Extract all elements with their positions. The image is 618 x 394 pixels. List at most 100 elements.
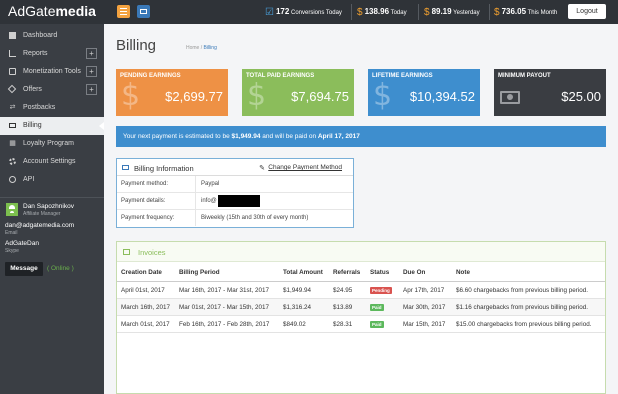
next-payment-notice: Your next payment is estimated to be $1,… — [116, 126, 606, 147]
table-cell: $13.89 — [333, 304, 353, 311]
reports-icon — [9, 50, 16, 57]
manager-avatar-icon — [6, 203, 18, 216]
table-cell: $15.00 chargebacks from previous billing… — [456, 321, 592, 328]
month-value: 736.05 — [501, 7, 527, 16]
main-content: Billing Home / Billing PENDING EARNINGS … — [104, 24, 618, 394]
breadcrumb-separator: / — [200, 45, 203, 51]
logo-text-adgate: AdGate — [8, 3, 56, 19]
month-stat: $736.05 This Month — [494, 7, 557, 18]
column-header[interactable]: Billing Period — [179, 269, 220, 276]
divider — [0, 197, 104, 198]
billing-information-panel: Billing Information ✎ Change Payment Met… — [116, 158, 354, 228]
expand-icon[interactable]: + — [86, 48, 97, 59]
gear-icon — [9, 158, 16, 165]
manager-skype-label: Skype — [5, 248, 19, 254]
redacted-block — [218, 195, 260, 207]
divider — [195, 176, 196, 192]
tag-icon — [7, 84, 17, 94]
sidebar-item-offers[interactable]: Offers + — [0, 81, 104, 99]
billing-value: info@ — [201, 198, 217, 204]
manager-name: Dan Sapozhnikov — [23, 203, 74, 210]
page-title: Billing — [116, 37, 157, 54]
breadcrumb: Home / Billing — [186, 45, 217, 51]
dashboard-icon — [9, 32, 16, 39]
panel-header: Invoices — [117, 242, 605, 262]
card-value: $2,699.77 — [165, 89, 223, 104]
notice-date: April 17, 2017 — [317, 133, 360, 140]
divider — [195, 193, 196, 209]
conversions-value: 172 — [275, 7, 290, 16]
column-header[interactable]: Status — [370, 269, 389, 276]
breadcrumb-home[interactable]: Home — [186, 45, 199, 51]
change-payment-method-link[interactable]: Change Payment Method — [268, 164, 342, 171]
column-header[interactable]: Note — [456, 269, 470, 276]
logo[interactable]: AdGatemedia — [8, 3, 96, 19]
table-cell: $1,316.24 — [283, 304, 312, 311]
sidebar-item-account-settings[interactable]: Account Settings — [0, 153, 104, 171]
sidebar-item-label: API — [23, 176, 35, 183]
billing-row: Payment method: Paypal — [117, 176, 353, 193]
message-button[interactable]: Message — [5, 262, 43, 276]
card-value: $7,694.75 — [291, 89, 349, 104]
table-cell: Mar 01st, 2017 - Mar 15th, 2017 — [179, 304, 269, 311]
conversions-label: Conversions Today — [291, 10, 342, 16]
card-value: $25.00 — [561, 89, 601, 104]
table-row: March 01st, 2017 Feb 16th, 2017 - Feb 28… — [117, 316, 605, 333]
billing-value: Biweekly (15th and 30th of every month) — [201, 215, 309, 221]
sidebar-item-label: Loyalty Program — [23, 140, 74, 147]
table-row: March 16th, 2017 Mar 01st, 2017 - Mar 15… — [117, 299, 605, 316]
manager-email-label: Email — [5, 230, 18, 236]
card-value: $10,394.52 — [409, 89, 475, 104]
sidebar-item-monetization-tools[interactable]: Monetization Tools + — [0, 63, 104, 81]
total-paid-earnings-card: TOTAL PAID EARNINGS $ $7,694.75 — [242, 69, 354, 116]
table-cell: March 01st, 2017 — [121, 321, 170, 328]
table-cell: $1.16 chargebacks from previous billing … — [456, 304, 588, 311]
column-header[interactable]: Creation Date — [121, 269, 162, 276]
envelope-icon — [140, 9, 147, 14]
table-cell: Feb 16th, 2017 - Feb 28th, 2017 — [179, 321, 270, 328]
sidebar-item-label: Billing — [23, 122, 42, 129]
pencil-icon: ✎ — [259, 165, 265, 172]
manager-email[interactable]: dan@adgatemedia.com — [5, 222, 74, 229]
pending-earnings-card: PENDING EARNINGS $ $2,699.77 — [116, 69, 228, 116]
minimum-payout-card: MINIMUM PAYOUT $25.00 — [494, 69, 606, 116]
column-header[interactable]: Referrals — [333, 269, 360, 276]
invoices-panel: Invoices Creation Date Billing Period To… — [116, 241, 606, 394]
checkbox-icon: ☑ — [265, 7, 274, 18]
expand-icon[interactable]: + — [86, 84, 97, 95]
billing-row: Payment details: info@ — [117, 193, 353, 210]
sidebar-item-label: Offers — [23, 86, 42, 93]
sidebar-item-dashboard[interactable]: Dashboard — [0, 27, 104, 45]
sidebar-item-reports[interactable]: Reports + — [0, 45, 104, 63]
money-bill-icon — [500, 91, 520, 104]
sidebar-item-api[interactable]: API — [0, 171, 104, 189]
month-label: This Month — [527, 10, 558, 16]
dollar-icon: $ — [357, 7, 363, 18]
table-cell: $849.02 — [283, 321, 306, 328]
expand-icon[interactable]: + — [86, 66, 97, 77]
dollar-icon: $ — [424, 7, 430, 18]
top-bar: AdGatemedia ☑ 172 Conversions Today $138.… — [0, 0, 618, 24]
today-stat: $138.96 Today — [357, 7, 407, 18]
divider — [195, 210, 196, 226]
billing-key: Payment method: — [121, 181, 169, 187]
yesterday-label: Yesterday — [453, 10, 480, 16]
today-value: 138.96 — [364, 7, 390, 16]
manager-skype[interactable]: AdGateDan — [5, 240, 39, 247]
dollar-icon: $ — [373, 78, 393, 113]
messages-button[interactable] — [137, 5, 150, 18]
hamburger-icon — [120, 8, 127, 9]
sidebar-item-billing[interactable]: Billing — [0, 117, 104, 135]
column-header[interactable]: Total Amount — [283, 269, 323, 276]
column-header[interactable]: Due On — [403, 269, 425, 276]
sidebar-item-loyalty-program[interactable]: ▦ Loyalty Program — [0, 135, 104, 153]
table-row: April 01st, 2017 Mar 16th, 2017 - Mar 31… — [117, 282, 605, 299]
logout-button[interactable]: Logout — [568, 4, 606, 19]
yesterday-value: 89.19 — [431, 7, 452, 16]
online-status: ( Online ) — [47, 265, 74, 272]
sidebar-item-postbacks[interactable]: ⇄ Postbacks — [0, 99, 104, 117]
billing-key: Payment frequency: — [121, 215, 175, 221]
sidebar-item-label: Account Settings — [23, 158, 76, 165]
menu-toggle-button[interactable] — [117, 5, 130, 18]
breadcrumb-current: Billing — [203, 45, 217, 51]
